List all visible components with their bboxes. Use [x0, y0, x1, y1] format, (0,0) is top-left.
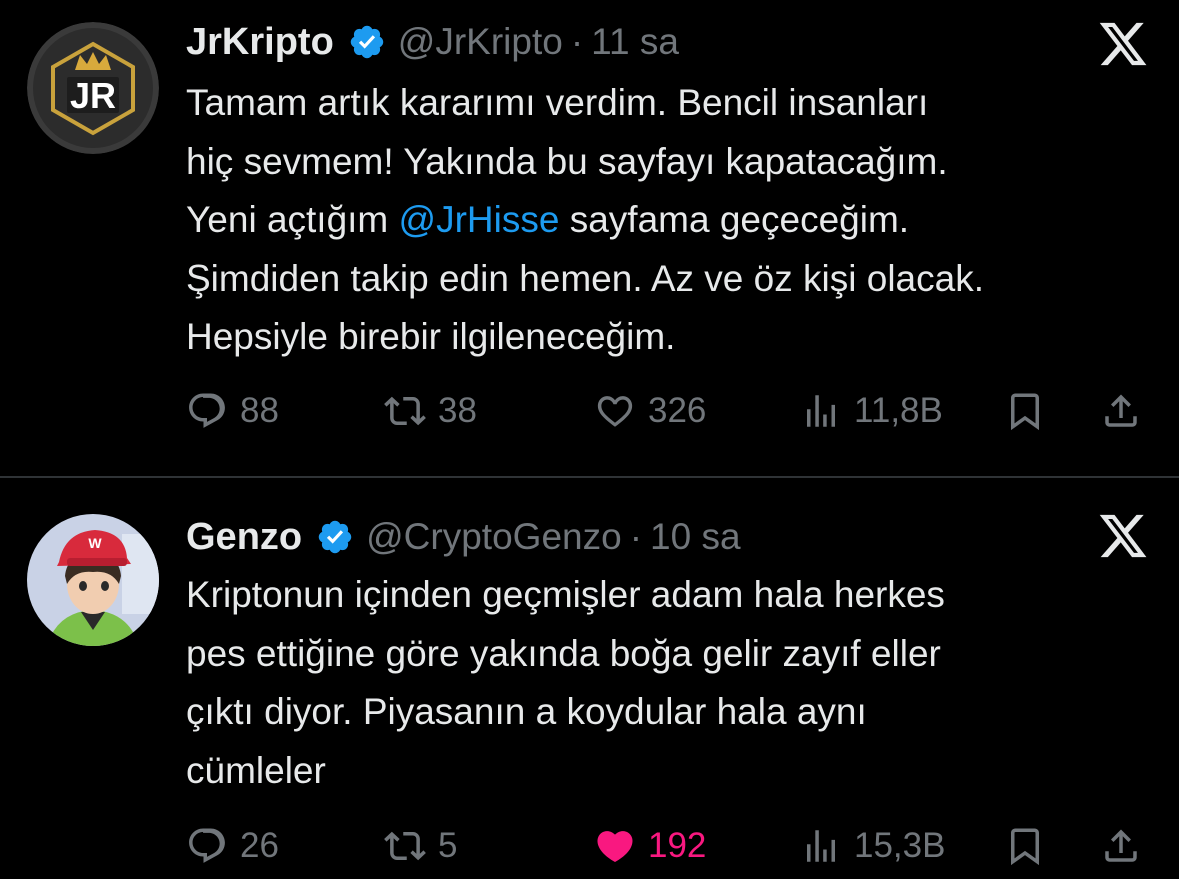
- retweet-count: 38: [438, 391, 477, 430]
- reply-icon: [189, 828, 225, 863]
- tweet-line: Tamam artık kararımı verdim. Bencil insa…: [186, 82, 929, 123]
- author-handle[interactable]: @JrKripto: [398, 21, 563, 63]
- x-logo-icon: [1099, 514, 1147, 558]
- tweet-line: Şimdiden takip edin hemen. Az ve öz kişi…: [186, 257, 984, 299]
- bookmark-icon: [1011, 828, 1039, 866]
- svg-text:W: W: [88, 535, 102, 551]
- svg-text:JR: JR: [70, 75, 116, 116]
- like-count: 326: [648, 391, 707, 430]
- verified-badge-icon: [318, 520, 352, 554]
- tweet-line: Yeni açtığım @JrHisse sayfama geçeceğim.: [186, 191, 1166, 250]
- like-filled-icon: [597, 831, 633, 863]
- views-count: 15,3B: [854, 826, 946, 865]
- tweet-line: pes ettiğine göre yakında boğa gelir zay…: [186, 632, 941, 674]
- timestamp[interactable]: 10 sa: [650, 516, 741, 558]
- author-name[interactable]: Genzo: [186, 516, 302, 559]
- author-handle[interactable]: @CryptoGenzo: [366, 516, 622, 558]
- tweet-line-text: sayfama geçeceğim.: [559, 199, 910, 240]
- bookmark-icon: [1011, 393, 1039, 431]
- tweet-header: Genzo @CryptoGenzo · 10 sa: [186, 512, 741, 562]
- views-icon: [807, 395, 835, 427]
- tweet-text: Tamam artık kararımı verdim. Bencil insa…: [186, 74, 1166, 367]
- views-count: 11,8B: [854, 391, 943, 430]
- like-button[interactable]: 192: [594, 821, 706, 871]
- action-bar: 88 38 326 11,8B: [0, 386, 1179, 436]
- separator-dot: ·: [629, 516, 643, 557]
- retweet-icon: [384, 396, 426, 426]
- views-icon: [807, 830, 835, 862]
- retweet-button[interactable]: 38: [384, 386, 477, 436]
- tweet-line: hiç sevmem! Yakında bu sayfayı kapatacağ…: [186, 140, 948, 182]
- tweet-header: JrKripto @JrKripto · 11 sa: [186, 17, 679, 67]
- action-bar: 26 5 192 15,3B: [0, 821, 1179, 871]
- tweet-jrkripto[interactable]: JR JrKripto @JrKripto · 11 sa Tamam artı…: [0, 0, 1179, 476]
- tweet-line: Hepsiyle birebir ilgileneceğim.: [186, 316, 676, 357]
- views-button[interactable]: 11,8B: [800, 386, 943, 436]
- mention-link[interactable]: @JrHisse: [399, 199, 560, 240]
- reply-icon: [189, 393, 225, 428]
- tweet-line: çıktı diyor. Piyasanın a koydular hala a…: [186, 691, 867, 732]
- separator-dot: ·: [570, 21, 584, 62]
- tweet-line-text: Yeni açtığım: [186, 199, 399, 240]
- reply-button[interactable]: 26: [186, 821, 279, 871]
- views-button[interactable]: 15,3B: [800, 821, 945, 871]
- tweet-text: Kriptonun içinden geçmişler adam hala he…: [186, 566, 1166, 800]
- anime-character-avatar-icon: W: [27, 514, 159, 646]
- share-button[interactable]: [1100, 821, 1142, 871]
- tweet-line: Kriptonun içinden geçmişler adam hala he…: [186, 574, 945, 615]
- share-icon: [1105, 829, 1137, 862]
- reply-count: 26: [240, 826, 279, 865]
- retweet-icon: [384, 831, 426, 861]
- timestamp[interactable]: 11 sa: [591, 21, 679, 63]
- author-name[interactable]: JrKripto: [186, 21, 334, 64]
- retweet-button[interactable]: 5: [384, 821, 457, 871]
- avatar[interactable]: JR: [27, 22, 159, 154]
- tweet-line: cümleler: [186, 749, 326, 791]
- retweet-count: 5: [438, 826, 458, 865]
- jr-logo-avatar-icon: JR: [27, 22, 159, 154]
- like-count: 192: [648, 826, 707, 865]
- like-icon: [597, 396, 633, 427]
- reply-count: 88: [240, 391, 279, 430]
- bookmark-button[interactable]: [1004, 821, 1046, 871]
- x-logo-icon: [1099, 22, 1147, 66]
- reply-button[interactable]: 88: [186, 386, 279, 436]
- avatar[interactable]: W: [27, 514, 159, 646]
- bookmark-button[interactable]: [1004, 386, 1046, 436]
- like-button[interactable]: 326: [594, 386, 706, 436]
- verified-badge-icon: [350, 25, 384, 59]
- share-icon: [1105, 394, 1137, 427]
- tweet-genzo[interactable]: W Genzo @CryptoGenzo · 10 sa Kriptonun i…: [0, 478, 1179, 879]
- share-button[interactable]: [1100, 386, 1142, 436]
